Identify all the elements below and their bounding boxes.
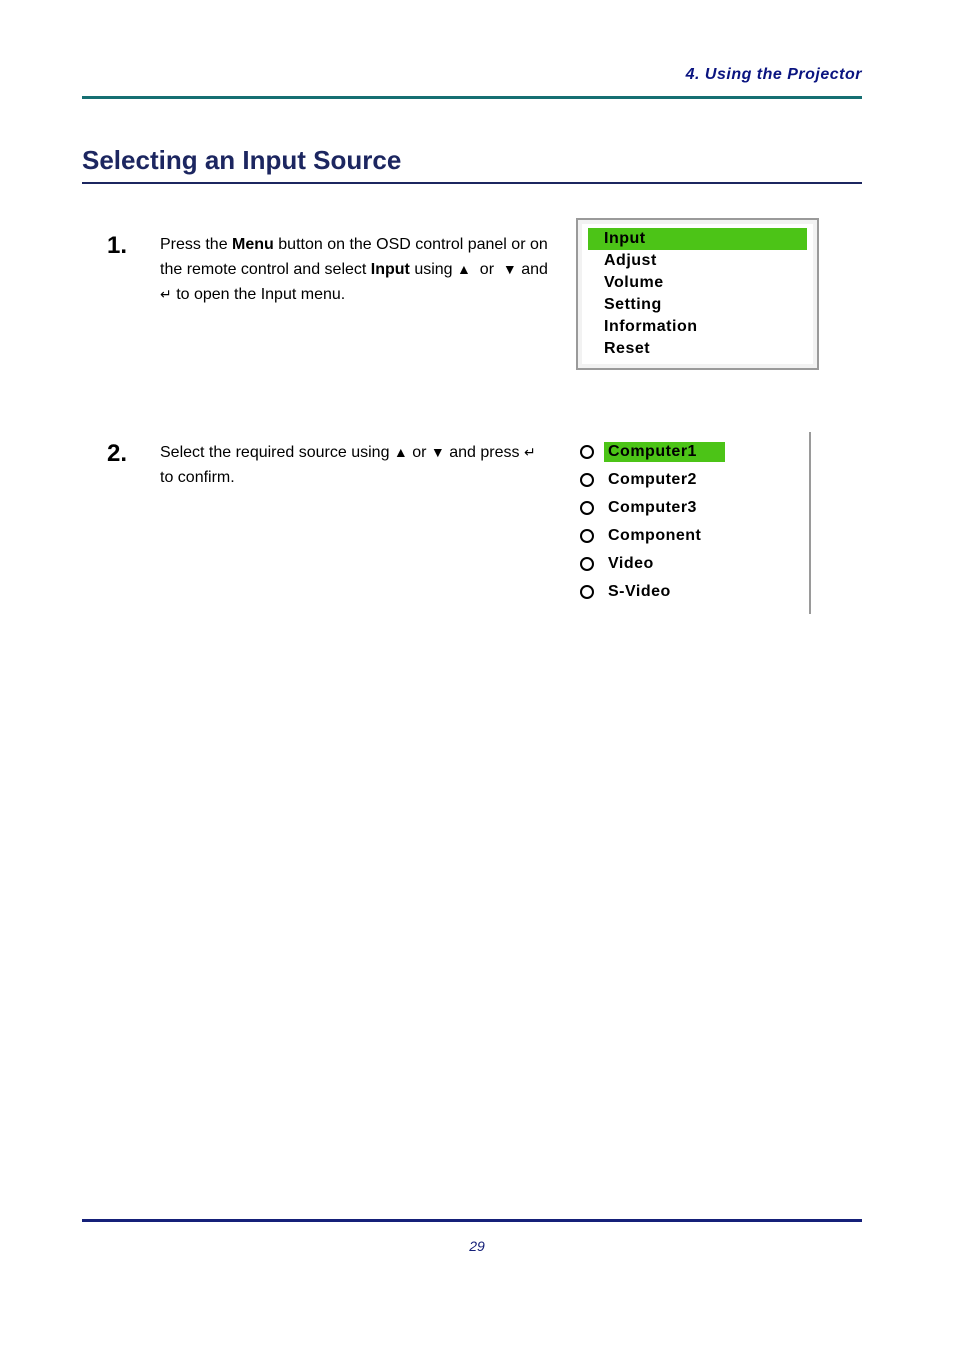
step-1-text: Press the Menu button on the OSD control… [160,232,550,307]
step-2-text-d: to confirm. [160,469,235,486]
osd-input-menu: Computer1 Computer2 Computer3 Component … [576,432,811,614]
section-title-rule [82,182,862,184]
up-icon: ▲ [394,440,408,465]
source-row-svideo[interactable]: S-Video [580,578,799,606]
source-label-component: Component [604,526,709,546]
step-1-text-e: and [521,261,548,278]
enter-icon: ↵ [160,282,172,307]
step-1-menu-key: Menu [232,236,274,253]
radio-icon [580,557,594,571]
radio-icon [580,501,594,515]
step-2-text-c: and press [449,444,524,461]
up-icon: ▲ [457,257,471,282]
step-2-number: 2. [107,440,127,468]
step-1-text-c: using [414,261,457,278]
source-row-video[interactable]: Video [580,550,799,578]
step-1-input-key: Input [371,261,410,278]
step-2-text: Select the required source using ▲ or ▼ … [160,440,550,490]
header-rule [82,96,862,99]
step-1-number: 1. [107,232,127,260]
radio-icon [580,585,594,599]
source-label-video: Video [604,554,662,574]
source-label-computer2: Computer2 [604,470,705,490]
radio-icon [580,473,594,487]
section-title: Selecting an Input Source [82,145,401,176]
source-row-computer2[interactable]: Computer2 [580,466,799,494]
source-label-svideo: S-Video [604,582,679,602]
step-2-text-b: or [412,444,431,461]
radio-icon [580,529,594,543]
footer-rule [82,1219,862,1222]
step-2-text-a: Select the required source using [160,444,394,461]
source-label-computer1: Computer1 [604,442,725,462]
menu-item-adjust[interactable]: Adjust [588,250,807,272]
down-icon: ▼ [431,440,445,465]
radio-icon [580,445,594,459]
source-row-component[interactable]: Component [580,522,799,550]
step-1-text-f: to open the Input menu. [176,286,345,303]
source-row-computer3[interactable]: Computer3 [580,494,799,522]
down-icon: ▼ [503,257,517,282]
source-row-computer1[interactable]: Computer1 [580,438,799,466]
header-right-text: 4. Using the Projector [686,66,862,84]
enter-icon: ↵ [524,440,536,465]
menu-item-volume[interactable]: Volume [588,272,807,294]
menu-item-reset[interactable]: Reset [588,338,807,360]
source-label-computer3: Computer3 [604,498,705,518]
menu-item-setting[interactable]: Setting [588,294,807,316]
step-1-text-d: or [475,261,498,278]
osd-main-menu: Input Adjust Volume Setting Information … [576,218,819,370]
menu-item-information[interactable]: Information [588,316,807,338]
step-1-text-a: Press the [160,236,232,253]
menu-item-input[interactable]: Input [588,228,807,250]
page-number: 29 [0,1238,954,1254]
